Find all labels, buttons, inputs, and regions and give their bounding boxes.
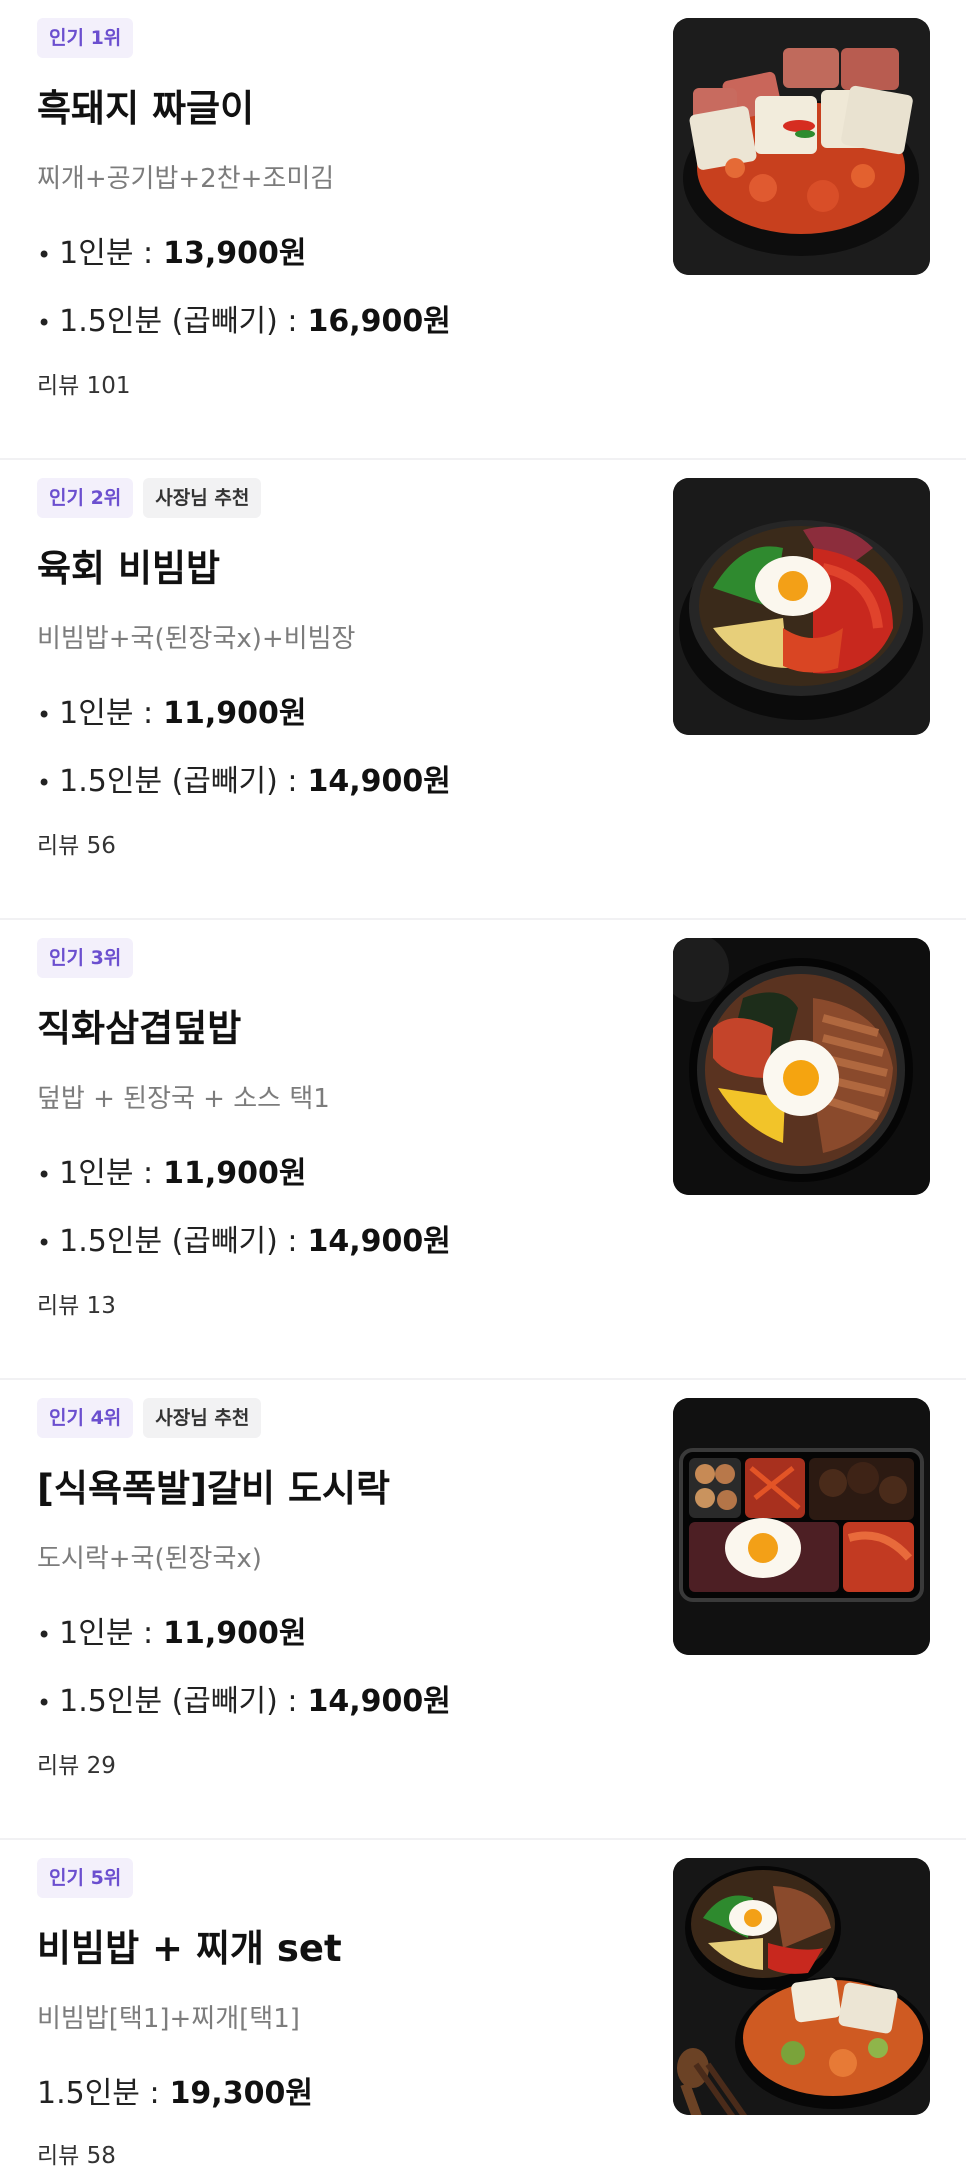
menu-description: 도시락+국(된장국x): [37, 1544, 262, 1574]
bullet-icon: •: [37, 768, 52, 797]
badge-group: 인기 1위: [37, 18, 134, 58]
menu-item[interactable]: 인기 5위 비빔밥 + 찌개 set 비빔밥[택1]+찌개[택1] 1.5인분 …: [0, 1840, 966, 2178]
bullet-icon: •: [37, 1228, 52, 1257]
bullet-icon: •: [37, 308, 52, 337]
price-label: 1인분 :: [59, 1156, 154, 1191]
price-amount: 16,900원: [307, 304, 451, 339]
menu-item[interactable]: 인기 2위 사장님 추천 육회 비빔밥 비빔밥+국(된장국x)+비빔장 • 1인분…: [0, 460, 966, 920]
menu-title: 육회 비빔밥: [37, 547, 221, 590]
rank-badge: 인기 2위: [37, 478, 134, 518]
badge-group: 인기 4위 사장님 추천: [37, 1398, 262, 1438]
price-label: 1.5인분 (곱빼기) :: [59, 764, 298, 799]
menu-item[interactable]: 인기 4위 사장님 추천 [식욕폭발]갈비 도시락 도시락+국(된장국x) • 1…: [0, 1380, 966, 1840]
rank-badge: 인기 4위: [37, 1398, 134, 1438]
price-row: • 1.5인분 (곱빼기) : 14,900원: [37, 1676, 451, 1720]
price-amount: 14,900원: [307, 1684, 451, 1719]
menu-title: 흑돼지 짜글이: [37, 87, 255, 130]
badge-group: 인기 2위 사장님 추천: [37, 478, 262, 518]
price-amount: 14,900원: [307, 764, 451, 799]
price-amount: 11,900원: [163, 696, 307, 731]
bullet-icon: •: [37, 240, 52, 269]
price-row: 1.5인분 : 19,300원: [37, 2068, 313, 2112]
price-amount: 19,300원: [169, 2076, 313, 2111]
price-label: 1.5인분 :: [37, 2076, 160, 2111]
menu-title: [식욕폭발]갈비 도시락: [37, 1467, 391, 1510]
menu-description: 비빔밥+국(된장국x)+비빔장: [37, 624, 356, 654]
galbi-lunchbox-photo[interactable]: [673, 1398, 930, 1655]
price-row: • 1인분 : 13,900원: [37, 228, 306, 272]
review-count: 리뷰 13: [37, 1293, 116, 1319]
menu-item[interactable]: 인기 3위 직화삼겹덮밥 덮밥 + 된장국 + 소스 택1 • 1인분 :11,9…: [0, 920, 966, 1380]
menu-list: 인기 1위 흑돼지 짜글이 찌개+공기밥+2찬+조미김 • 1인분 :13,900…: [0, 0, 966, 2178]
menu-description: 비빔밥[택1]+찌개[택1]: [37, 2004, 300, 2034]
price-row: • 1.5인분 (곱빼기) : 14,900원: [37, 1216, 451, 1260]
bibimbap-photo[interactable]: [673, 478, 930, 735]
badge-group: 인기 3위: [37, 938, 134, 978]
review-count: 리뷰 58: [37, 2143, 116, 2169]
bullet-icon: •: [37, 700, 52, 729]
price-label: 1인분 :: [59, 236, 154, 271]
badge-group: 인기 5위: [37, 1858, 134, 1898]
pork-rice-bowl-photo[interactable]: [673, 938, 930, 1195]
menu-description: 찌개+공기밥+2찬+조미김: [37, 164, 335, 194]
menu-description: 덮밥 + 된장국 + 소스 택1: [37, 1084, 330, 1114]
owner-recommend-badge: 사장님 추천: [143, 478, 262, 518]
price-row: • 1인분 : 11,900원: [37, 688, 306, 732]
bullet-icon: •: [37, 1620, 52, 1649]
price-row: • 1인분 : 11,900원: [37, 1148, 306, 1192]
price-row: • 1.5인분 (곱빼기) : 14,900원: [37, 756, 451, 800]
price-row: • 1.5인분 (곱빼기) : 16,900원: [37, 296, 451, 340]
review-count: 리뷰 29: [37, 1753, 116, 1779]
rank-badge: 인기 1위: [37, 18, 134, 58]
price-label: 1인분 :: [59, 1616, 154, 1651]
price-amount: 11,900원: [163, 1616, 307, 1651]
menu-title: 비빔밥 + 찌개 set: [37, 1927, 342, 1970]
price-amount: 14,900원: [307, 1224, 451, 1259]
price-row: • 1인분 : 11,900원: [37, 1608, 306, 1652]
price-label: 1.5인분 (곱빼기) :: [59, 1684, 298, 1719]
price-label: 1.5인분 (곱빼기) :: [59, 1224, 298, 1259]
bullet-icon: •: [37, 1160, 52, 1189]
price-amount: 13,900원: [163, 236, 307, 271]
menu-item[interactable]: 인기 1위 흑돼지 짜글이 찌개+공기밥+2찬+조미김 • 1인분 :13,900…: [0, 0, 966, 460]
review-count: 리뷰 56: [37, 833, 116, 859]
rank-badge: 인기 5위: [37, 1858, 134, 1898]
price-label: 1인분 :: [59, 696, 154, 731]
review-count: 리뷰 101: [37, 373, 131, 399]
bibimbap-stew-set-photo[interactable]: [673, 1858, 930, 2115]
rank-badge: 인기 3위: [37, 938, 134, 978]
owner-recommend-badge: 사장님 추천: [143, 1398, 262, 1438]
bullet-icon: •: [37, 1688, 52, 1717]
price-label: 1.5인분 (곱빼기) :: [59, 304, 298, 339]
jjageuli-stew-photo[interactable]: [673, 18, 930, 275]
menu-title: 직화삼겹덮밥: [37, 1007, 242, 1050]
price-amount: 11,900원: [163, 1156, 307, 1191]
